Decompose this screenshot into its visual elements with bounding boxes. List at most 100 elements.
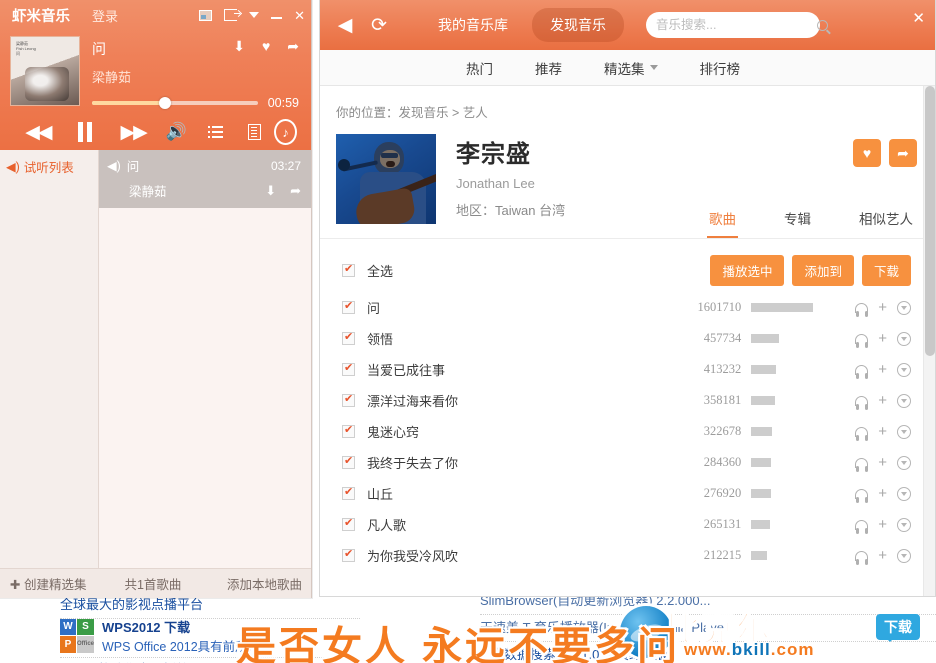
add-icon[interactable]: +	[878, 331, 887, 346]
screen-root: 全球最大的影视点播平台 mp3风格迷你音乐播放器 WS POffice WPS2…	[0, 0, 936, 663]
previous-button[interactable]: ◀◀	[14, 121, 62, 144]
download-button[interactable]: 下载	[861, 255, 911, 286]
song-checkbox[interactable]	[342, 547, 355, 562]
album-cover[interactable]: 梁静茹 Fish Leong 问	[10, 36, 80, 106]
song-checkbox[interactable]	[342, 330, 355, 345]
logout-icon[interactable]	[224, 9, 241, 21]
song-checkbox[interactable]	[342, 423, 355, 438]
table-row[interactable]: 凡人歌 265131 +	[320, 509, 935, 540]
add-icon[interactable]: +	[878, 548, 887, 563]
song-checkbox[interactable]	[342, 516, 355, 531]
next-button[interactable]: ▶▶	[109, 121, 157, 144]
sidebar-item-trial-list[interactable]: ◀) 试听列表	[0, 157, 98, 176]
progress-slider[interactable]	[92, 97, 258, 109]
add-to-button[interactable]: 添加到	[792, 255, 854, 286]
table-row[interactable]: 领悟 457734 +	[320, 323, 935, 354]
add-icon[interactable]: +	[878, 424, 887, 439]
subnav-hot[interactable]: 热门	[466, 58, 493, 78]
skin-icon[interactable]	[199, 9, 213, 21]
song-checkbox[interactable]	[342, 361, 355, 376]
table-row[interactable]: 我终于失去了你 284360 +	[320, 447, 935, 478]
more-icon[interactable]	[897, 331, 911, 346]
close-icon[interactable]: ✕	[912, 9, 925, 27]
headphone-icon[interactable]	[855, 364, 869, 379]
headphone-icon[interactable]	[855, 302, 869, 317]
back-icon[interactable]: ◀	[328, 8, 362, 42]
add-icon[interactable]: +	[878, 517, 887, 532]
pause-button[interactable]	[62, 122, 110, 142]
playlist-button[interactable]	[196, 126, 235, 138]
chevron-down-icon[interactable]	[249, 12, 260, 18]
xiami-logo-icon[interactable]: ♪	[274, 119, 298, 145]
song-checkbox[interactable]	[342, 299, 355, 314]
more-icon[interactable]	[897, 424, 911, 439]
share-artist-button[interactable]: ➦	[889, 139, 917, 167]
download-icon[interactable]: ⬇	[233, 38, 245, 55]
headphone-icon[interactable]	[855, 519, 869, 534]
favorite-icon[interactable]: ♥	[262, 38, 270, 55]
more-icon[interactable]	[897, 393, 911, 408]
add-icon[interactable]: +	[878, 455, 887, 470]
add-local-songs-button[interactable]: 添加本地歌曲	[227, 574, 311, 593]
search-box[interactable]	[646, 12, 828, 38]
select-all-checkbox[interactable]	[342, 262, 355, 277]
add-icon[interactable]: +	[878, 393, 887, 408]
subnav-recommend[interactable]: 推荐	[535, 58, 562, 78]
song-checkbox[interactable]	[342, 392, 355, 407]
add-icon[interactable]: +	[878, 300, 887, 315]
create-collection-button[interactable]: ✚ 创建精选集	[0, 574, 86, 593]
artist-name: 李宗盛	[456, 141, 531, 168]
headphone-icon[interactable]	[855, 333, 869, 348]
headphone-icon[interactable]	[855, 395, 869, 410]
lyrics-button[interactable]	[235, 124, 274, 140]
headphone-icon[interactable]	[855, 550, 869, 565]
subnav-collections[interactable]: 精选集	[604, 58, 658, 78]
add-icon[interactable]: +	[878, 486, 887, 501]
queue-item[interactable]: ◀) 问 03:27 梁静茹 ⬇ ➦	[99, 150, 311, 208]
close-icon[interactable]: ✕	[294, 9, 305, 22]
song-checkbox[interactable]	[342, 485, 355, 500]
action-buttons: 播放选中 添加到 下载	[710, 255, 911, 286]
refresh-icon[interactable]: ⟳	[362, 8, 396, 42]
share-icon[interactable]: ➦	[287, 38, 299, 55]
table-row[interactable]: 问 1601710 +	[320, 292, 935, 323]
login-link[interactable]: 登录	[92, 6, 118, 25]
headphone-icon[interactable]	[855, 488, 869, 503]
table-row[interactable]: 漂洋过海来看你 358181 +	[320, 385, 935, 416]
more-icon[interactable]	[897, 455, 911, 470]
more-icon[interactable]	[897, 486, 911, 501]
scrollbar-thumb[interactable]	[925, 86, 935, 356]
volume-button[interactable]: 🔊	[157, 122, 196, 142]
song-title: 凡人歌	[367, 518, 407, 533]
watermark-download-button[interactable]: 下载	[876, 614, 920, 642]
more-icon[interactable]	[897, 548, 911, 563]
headphone-icon[interactable]	[855, 457, 869, 472]
create-collection-label: 创建精选集	[23, 578, 87, 592]
content-scrollbar[interactable]	[923, 86, 935, 596]
row-actions: +	[855, 486, 911, 503]
progress-knob[interactable]	[158, 97, 171, 109]
table-row[interactable]: 为你我受冷风吹 212215 +	[320, 540, 935, 571]
share-icon[interactable]: ➦	[290, 183, 301, 199]
subnav-ranking[interactable]: 排行榜	[700, 58, 741, 78]
tab-my-library[interactable]: 我的音乐库	[420, 8, 526, 42]
play-selected-button[interactable]: 播放选中	[710, 255, 785, 286]
song-checkbox[interactable]	[342, 454, 355, 469]
popularity-bar	[751, 427, 835, 436]
more-icon[interactable]	[897, 517, 911, 532]
tab-discover-music[interactable]: 发现音乐	[532, 8, 624, 42]
more-icon[interactable]	[897, 362, 911, 377]
add-icon[interactable]: +	[878, 362, 887, 377]
row-actions: +	[855, 455, 911, 472]
search-icon[interactable]	[817, 19, 828, 31]
more-icon[interactable]	[897, 300, 911, 315]
table-row[interactable]: 当爱已成往事 413232 +	[320, 354, 935, 385]
headphone-icon[interactable]	[855, 426, 869, 441]
table-row[interactable]: 山丘 276920 +	[320, 478, 935, 509]
table-row[interactable]: 鬼迷心窍 322678 +	[320, 416, 935, 447]
minimize-icon[interactable]	[271, 11, 283, 19]
breadcrumb: 你的位置：发现音乐 > 艺人	[336, 106, 488, 120]
favorite-artist-button[interactable]: ♥	[853, 139, 881, 167]
download-icon[interactable]: ⬇	[265, 183, 276, 199]
search-input[interactable]	[656, 18, 817, 32]
